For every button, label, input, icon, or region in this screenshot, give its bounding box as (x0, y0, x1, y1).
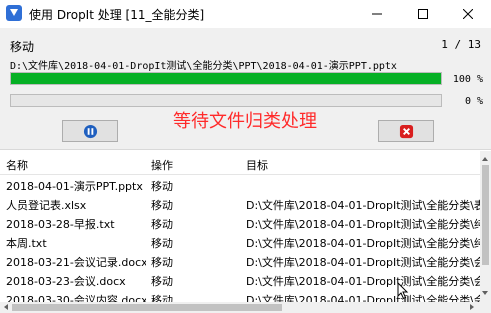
file-progress-percent: 100 % (452, 74, 483, 85)
file-name-cell: 人员登记表.xlsx (6, 199, 87, 212)
horizontal-scroll-thumb[interactable] (12, 304, 282, 311)
stop-icon (399, 124, 414, 139)
header-action[interactable]: 操作 (151, 157, 231, 173)
current-file-path: D:\文件库\2018-04-01-DropIt测试\全能分类\PPT\2018… (10, 61, 397, 72)
file-progress-bar (10, 72, 442, 85)
close-button[interactable] (445, 0, 491, 28)
table-row[interactable]: 2018-03-28-早报.txt 移动 D:\文件库\2018-04-01-Dro… (0, 213, 480, 232)
minimize-icon (372, 13, 382, 15)
action-cell: 移动 (151, 218, 173, 231)
action-cell: 移动 (151, 275, 173, 288)
scroll-down-icon[interactable] (482, 291, 488, 295)
table-row[interactable]: 本周.txt 移动 D:\文件库\2018-04-01-DropIt测试\全能分类\… (0, 232, 480, 251)
vertical-scrollbar[interactable] (480, 151, 491, 313)
total-progress-percent: 0 % (464, 96, 483, 107)
horizontal-scrollbar[interactable] (0, 302, 480, 313)
table-row[interactable]: 2018-03-21-会议记录.docx 移动 D:\文件库\2018-04-01-… (0, 251, 480, 270)
minimize-button[interactable] (354, 0, 400, 28)
file-name-cell: 2018-04-01-演示PPT.pptx (6, 180, 143, 193)
mouse-cursor-icon (397, 282, 409, 300)
scroll-right-icon[interactable] (470, 304, 474, 310)
target-path-cell: D:\文件库\2018-04-01-DropIt测试\全能分类\纯文 (246, 218, 480, 231)
action-label: 移动 (10, 40, 35, 54)
stop-button[interactable] (378, 120, 434, 142)
file-name-cell: 本周.txt (6, 237, 47, 250)
pause-button[interactable] (62, 120, 118, 142)
action-cell: 移动 (151, 256, 173, 269)
window-title: 使用 DropIt 处理 [11_全能分类] (29, 8, 205, 22)
file-counter: 1 / 13 (441, 38, 481, 51)
title-bar: 使用 DropIt 处理 [11_全能分类] (0, 0, 491, 28)
scroll-up-icon[interactable] (482, 157, 488, 161)
file-name-cell: 2018-03-23-会议.docx (6, 275, 126, 288)
header-target[interactable]: 目标 (246, 157, 480, 173)
dropit-app-icon (6, 5, 22, 21)
target-path-cell: D:\文件库\2018-04-01-DropIt测试\全能分类\会议 (246, 275, 480, 288)
target-path-cell: D:\文件库\2018-04-01-DropIt测试\全能分类\纯文 (246, 237, 480, 250)
total-progress-bar (10, 94, 442, 107)
scroll-left-icon[interactable] (4, 304, 8, 310)
pause-icon (83, 124, 98, 139)
table-row[interactable]: 人员登记表.xlsx 移动 D:\文件库\2018-04-01-DropIt测试\全… (0, 194, 480, 213)
file-name-cell: 2018-03-21-会议记录.docx (6, 256, 146, 269)
target-path-cell: D:\文件库\2018-04-01-DropIt测试\全能分类\表格 (246, 199, 480, 212)
list-header: 名称 操作 目标 (0, 151, 480, 175)
wait-message: 等待文件归类处理 (173, 111, 317, 132)
file-progress-fill (11, 73, 441, 84)
header-name[interactable]: 名称 (6, 157, 146, 173)
file-name-cell: 2018-03-28-早报.txt (6, 218, 115, 231)
table-row[interactable]: 2018-04-01-演示PPT.pptx 移动 (0, 175, 480, 194)
maximize-button[interactable] (400, 0, 446, 28)
action-cell: 移动 (151, 199, 173, 212)
target-path-cell: D:\文件库\2018-04-01-DropIt测试\全能分类\会议 (246, 256, 480, 269)
action-cell: 移动 (151, 180, 173, 193)
vertical-scroll-thumb[interactable] (482, 165, 489, 265)
close-icon (463, 9, 473, 19)
file-list[interactable]: 名称 操作 目标 2018-04-01-演示PPT.pptx 移动 人员登记表.xl… (0, 151, 491, 313)
maximize-icon (418, 9, 428, 19)
action-cell: 移动 (151, 237, 173, 250)
